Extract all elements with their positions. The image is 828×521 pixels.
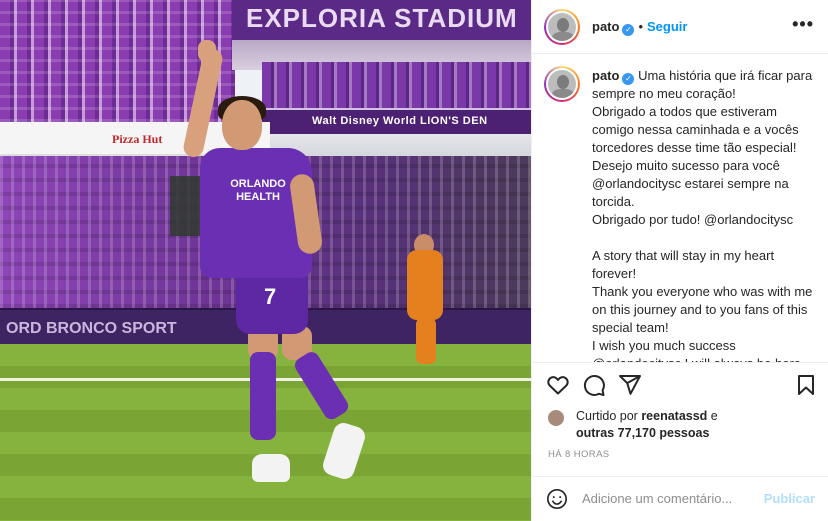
share-icon[interactable] <box>618 373 642 397</box>
post-photo[interactable]: EXPLORIA STADIUM Walt Disney World LION'… <box>0 0 531 521</box>
goalkeeper-body <box>407 250 443 320</box>
caption-text: Uma história que irá ficar para sempre n… <box>592 68 813 362</box>
deck-sign-text: Walt Disney World LION'S DEN <box>312 115 488 127</box>
stadium-sign-text: EXPLORIA STADIUM <box>246 3 518 33</box>
liker-username[interactable]: reenatassd <box>641 409 707 423</box>
emoji-icon[interactable] <box>546 488 568 510</box>
caption-paragraph: pato ✓ Uma história que irá ficar para se… <box>592 67 818 362</box>
header-username[interactable]: pato <box>592 19 619 34</box>
follow-button[interactable]: Seguir <box>647 19 687 34</box>
caption-verified-badge-icon: ✓ <box>622 73 635 85</box>
caption-section[interactable]: pato ✓ Uma história que irá ficar para se… <box>532 54 828 362</box>
caption-avatar[interactable] <box>544 66 580 102</box>
likes-text: Curtido por reenatassd e outras 77,170 p… <box>576 408 718 442</box>
player-boot-left <box>252 454 290 482</box>
comment-input[interactable]: Adicione um comentário... <box>582 491 732 506</box>
header-user: pato ✓ • Seguir <box>592 19 687 36</box>
post-timestamp[interactable]: HÁ 8 HORAS <box>548 449 610 460</box>
caption-username[interactable]: pato <box>592 68 619 83</box>
stadium-sign: EXPLORIA STADIUM <box>232 0 531 40</box>
comment-icon[interactable] <box>582 373 606 397</box>
avatar-image <box>546 11 578 43</box>
likes-others-count[interactable]: outras 77,170 pessoas <box>576 426 709 440</box>
caption: pato ✓ Uma história que irá ficar para se… <box>592 67 818 362</box>
player-sock-left <box>250 352 276 440</box>
heart-icon[interactable] <box>546 373 570 397</box>
likes-middle: e <box>707 409 718 423</box>
comment-box: Adicione um comentário... Publicar <box>532 476 828 521</box>
bookmark-icon[interactable] <box>794 373 818 397</box>
avatar[interactable] <box>544 9 580 45</box>
shirt-sponsor: ORLANDO HEALTH <box>230 178 286 203</box>
goalkeeper-legs <box>416 318 436 364</box>
separator-dot: • <box>638 19 644 34</box>
action-bar <box>532 362 828 406</box>
post-header: pato ✓ • Seguir ••• <box>532 0 828 54</box>
post-side-panel: pato ✓ • Seguir ••• pato ✓ Uma história que … <box>531 0 828 521</box>
liked-by-prefix: Curtido por <box>576 409 642 423</box>
verified-badge-icon: ✓ <box>622 24 635 36</box>
player-head <box>222 100 262 150</box>
publish-button[interactable]: Publicar <box>764 491 815 506</box>
more-options-icon[interactable]: ••• <box>792 14 814 35</box>
deck-sign: Walt Disney World LION'S DEN <box>262 108 531 134</box>
caption-avatar-image <box>546 68 578 100</box>
pizza-sign-text: Pizza Hut <box>112 132 163 146</box>
player-hand <box>198 40 216 62</box>
liker-avatar[interactable] <box>548 410 564 426</box>
ad-board-text: ORD BRONCO SPORT <box>6 320 177 337</box>
shorts-number: 7 <box>264 284 277 309</box>
